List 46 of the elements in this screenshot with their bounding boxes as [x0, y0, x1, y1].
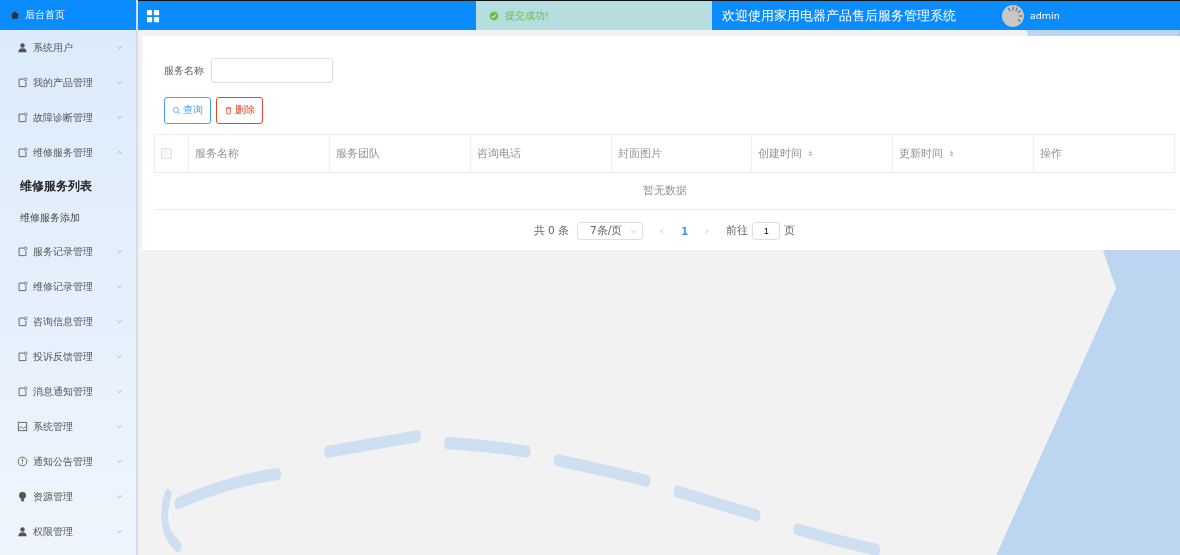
document-icon [17, 112, 28, 123]
search-icon [172, 106, 181, 115]
document-icon [17, 386, 28, 397]
person-icon [17, 526, 28, 537]
document-icon [17, 281, 28, 292]
sidebar-item[interactable]: 咨询信息管理 [0, 304, 136, 339]
document-icon [17, 246, 28, 257]
sidebar-item[interactable]: 投诉反馈管理 [0, 339, 136, 374]
avatar-icon [1002, 4, 1024, 27]
lightbulb-icon [17, 491, 28, 502]
sidebar-item[interactable]: 我的产品管理 [0, 65, 136, 100]
sidebar-item[interactable]: 系统用户 [0, 30, 136, 65]
sidebar-item[interactable]: 系统管理 [0, 409, 136, 444]
grid-menu-icon[interactable] [146, 8, 160, 23]
sidebar-item[interactable]: 资源管理 [0, 479, 136, 514]
document-icon [17, 316, 28, 327]
sidebar-item[interactable]: 服务记录管理 [0, 234, 136, 269]
document-icon [17, 77, 28, 88]
document-icon [17, 147, 28, 158]
sidebar-item[interactable]: 消息通知管理 [0, 374, 136, 409]
select-all-checkbox[interactable] [161, 148, 172, 159]
page-size-select[interactable]: 7条/页 [577, 222, 643, 240]
submenu-item[interactable]: 维修服务列表 [0, 170, 136, 202]
sidebar-item[interactable]: 通知公告管理 [0, 444, 136, 479]
field-label: 服务名称 [164, 63, 204, 78]
sidebar-item[interactable]: 维修服务管理 [0, 135, 136, 170]
info-icon [17, 456, 28, 467]
home-icon [10, 10, 20, 20]
check-circle-icon [489, 11, 499, 21]
total-count: 共 0 条 [533, 224, 569, 238]
trash-icon [224, 106, 233, 115]
system-title: 欢迎使用家用电器产品售后服务管理系统 [722, 6, 956, 25]
page-suffix: 页 [784, 224, 796, 238]
submenu-item[interactable]: 维修服务添加 [0, 202, 136, 234]
toast-message: 提交成功! [505, 9, 549, 23]
person-icon [17, 42, 28, 53]
delete-button[interactable]: 删除 [216, 97, 263, 124]
document-icon [17, 351, 28, 362]
sidebar-item[interactable]: 故障诊断管理 [0, 100, 136, 135]
page-input[interactable]: 1 [752, 222, 781, 240]
sidebar-item[interactable]: 维修记录管理 [0, 269, 136, 304]
sidebar-item[interactable]: 权限管理 [0, 514, 136, 549]
goto-label: 前往 [726, 224, 749, 238]
image-icon [17, 421, 28, 432]
search-field[interactable] [211, 58, 333, 83]
empty-message: 暂无数据 [642, 184, 687, 198]
